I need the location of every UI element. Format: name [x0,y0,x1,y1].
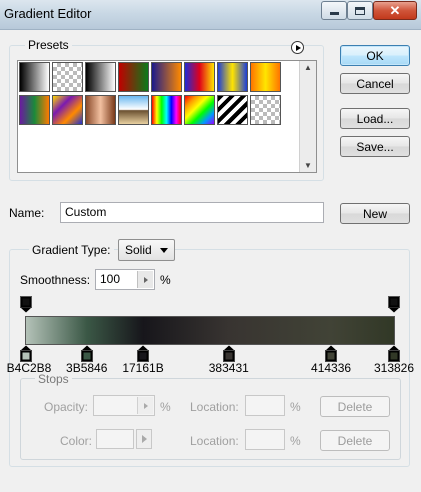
maximize-button[interactable] [347,1,373,20]
color-stop-label: 383431 [208,361,249,375]
slider-arrow-icon [143,276,148,283]
gradient-type-select[interactable]: Solid [118,239,175,261]
color-swatch[interactable] [96,429,134,449]
color-stop-label: 313826 [373,361,415,375]
opacity-location-unit: % [290,400,301,414]
smoothness-input[interactable]: 100 [95,269,155,290]
name-input[interactable]: Custom [60,202,324,223]
opacity-label: Opacity: [44,400,89,414]
window-title: Gradient Editor [4,6,92,21]
color-location-label: Location: [190,434,239,448]
stops-label: Stops [35,372,72,386]
preset-swatch-transparent-rainbow[interactable] [184,95,215,125]
smoothness-value: 100 [100,272,121,286]
flyout-arrow-icon [295,44,301,51]
preset-swatch-spectrum[interactable] [151,95,182,125]
close-icon: ✕ [389,2,401,18]
title-bar: Gradient Editor ✕ [0,0,421,30]
chevron-down-icon [160,248,168,253]
minimize-button[interactable] [321,1,347,20]
gradient-bar[interactable] [25,316,395,345]
ok-button[interactable]: OK [340,45,410,66]
preset-swatch-blue-red-yellow[interactable] [184,62,215,92]
preset-swatch-foreground-to-background[interactable] [19,62,50,92]
presets-menu-button[interactable] [291,41,304,54]
new-button[interactable]: New [340,203,410,224]
opacity-unit: % [160,400,171,414]
presets-scrollbar[interactable]: ▲ ▼ [299,61,316,172]
preset-swatch-black-white[interactable] [85,62,116,92]
scroll-down-icon[interactable]: ▼ [304,161,312,170]
maximize-icon [355,6,365,15]
color-delete-button[interactable]: Delete [320,430,390,451]
name-label: Name: [9,206,45,220]
opacity-stop-left[interactable] [20,296,32,316]
preset-swatch-transparent-checker[interactable] [250,95,281,125]
presets-label: Presets [25,38,72,52]
gradient-type-label: Gradient Type: [29,243,114,257]
preset-swatch-violet-green-orange[interactable] [19,95,50,125]
preset-swatch-red-green[interactable] [118,62,149,92]
preset-swatch-chrome[interactable] [118,95,149,125]
opacity-slider-button[interactable] [137,397,153,414]
cancel-button[interactable]: Cancel [340,73,410,94]
opacity-stop-icon [20,296,32,313]
color-menu-arrow-icon [141,435,147,443]
preset-swatch-foreground-to-transparent[interactable] [52,62,83,92]
preset-swatch-yellow-violet-orange-blue[interactable] [52,95,83,125]
gradient-type-value: Solid [125,243,152,257]
preset-swatch-transparent-stripes[interactable] [217,95,248,125]
preset-swatch-blue-yellow-blue[interactable] [217,62,248,92]
presets-panel: ▲ ▼ [17,60,317,173]
scroll-up-icon[interactable]: ▲ [304,63,312,72]
preset-swatch-orange-yellow-orange[interactable] [250,62,281,92]
opacity-stop-right[interactable] [388,296,400,316]
smoothness-slider-button[interactable] [137,271,153,288]
opacity-location-input[interactable] [245,395,285,416]
close-button[interactable]: ✕ [373,1,417,20]
opacity-delete-button[interactable]: Delete [320,396,390,417]
color-stop-label: 414336 [311,361,352,375]
opacity-location-label: Location: [190,400,239,414]
color-location-unit: % [290,434,301,448]
load-button[interactable]: Load... [340,108,410,129]
color-menu-button[interactable] [136,429,152,449]
save-button[interactable]: Save... [340,136,410,157]
slider-arrow-icon [143,402,148,409]
preset-swatch-copper[interactable] [85,95,116,125]
color-location-input[interactable] [245,429,285,450]
smoothness-unit: % [160,273,171,287]
color-label: Color: [60,434,93,448]
color-stop-label: 3B5846 [66,361,108,375]
minimize-icon [329,12,339,15]
opacity-input[interactable] [93,395,155,416]
color-stop-label: 17161B [122,361,164,375]
preset-swatch-violet-orange[interactable] [151,62,182,92]
smoothness-label: Smoothness: [20,273,91,287]
opacity-stop-icon [388,296,400,313]
